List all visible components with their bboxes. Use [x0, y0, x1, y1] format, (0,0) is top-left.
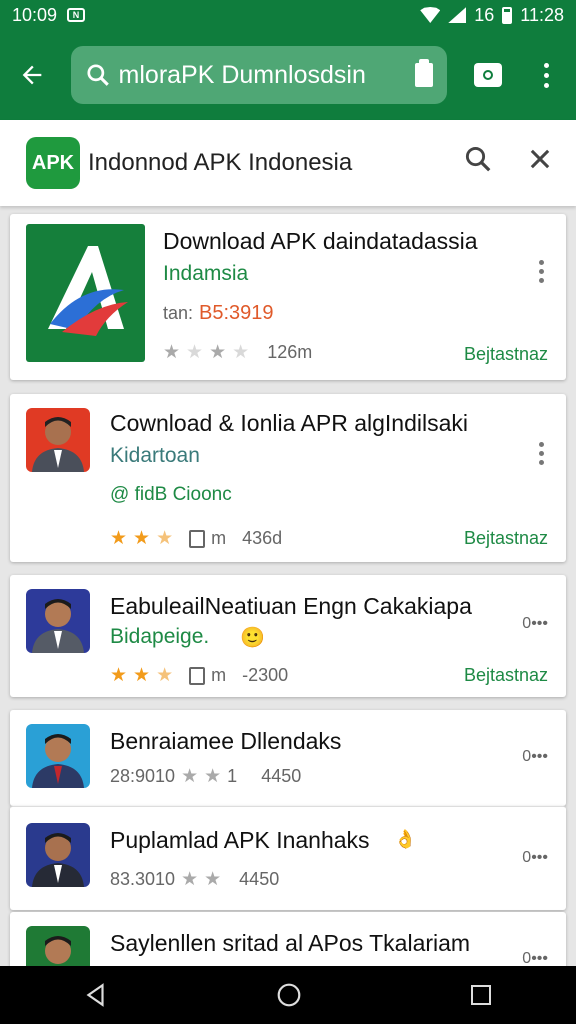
rating-row: 83.3010 ★ ★ 4450: [110, 869, 279, 890]
star-icon: ★: [181, 869, 199, 890]
site-header: APK Indonnod APK Indonesia: [0, 120, 576, 206]
star-icon: ★: [186, 342, 204, 363]
app-name: Puplamlad APK Inanhaks: [110, 827, 370, 853]
app-size: 436d: [242, 528, 283, 548]
status-bar: 10:09 N 16 11:28: [0, 0, 576, 30]
app-card[interactable]: Download APK daindatadassia Indamsia tan…: [10, 214, 566, 380]
back-arrow-icon: [22, 65, 42, 85]
star-icon: ★: [163, 342, 181, 363]
install-link[interactable]: Bejtastnaz: [464, 528, 548, 549]
more-options-button[interactable]: 0•••: [522, 615, 548, 633]
install-link[interactable]: Bejtastnaz: [464, 665, 548, 686]
clipboard-icon[interactable]: [414, 59, 433, 87]
status-time-left: 10:09: [12, 4, 58, 25]
app-name: Cownload & Ionlia APR algIndilsaki: [110, 410, 468, 436]
app-avatar: [26, 823, 90, 887]
meta-unit: m: [211, 528, 227, 548]
install-link[interactable]: Bejtastnaz: [464, 344, 548, 365]
app-size: -2300: [242, 665, 289, 685]
meta-left: 28:9010: [110, 766, 176, 786]
app-avatar: [26, 408, 90, 472]
battery-icon: [502, 6, 513, 24]
app-icon: [26, 224, 145, 362]
rating-row: ★ ★ ★ ★ 126m: [163, 342, 312, 363]
app-avatar: [26, 589, 90, 653]
star-icon: ★: [209, 342, 227, 363]
app-name: Download APK daindatadassia: [163, 228, 478, 254]
app-card[interactable]: Puplamlad APK Inanhaks 👌 83.3010 ★ ★ 445…: [10, 806, 566, 910]
app-name: Benraiamee Dllendaks: [110, 728, 342, 754]
nav-recents-icon[interactable]: [469, 983, 493, 1007]
app-name: Saylenllen sritad al APos Tkalariam: [110, 930, 471, 956]
app-subtitle: Bidapeige.: [110, 625, 210, 648]
app-size: 4450: [261, 766, 302, 786]
more-options-icon[interactable]: [539, 260, 544, 283]
app-size: 126m: [267, 342, 313, 362]
app-card[interactable]: Benraiamee Dllendaks 28:9010 ★ ★ 1 4450 …: [10, 710, 566, 806]
overflow-icon: [544, 62, 550, 88]
download-icon: [189, 529, 206, 548]
meta-unit: m: [211, 665, 227, 685]
tabs-icon: [473, 63, 502, 87]
download-icon: [189, 666, 206, 685]
more-options-button[interactable]: 0•••: [522, 849, 548, 867]
app-subtitle: Indamsia: [163, 262, 249, 285]
signal-label: 16: [474, 4, 495, 25]
apk-logo[interactable]: APK: [26, 137, 80, 189]
star-icon: ★: [181, 766, 199, 787]
signal-icon: [448, 7, 467, 23]
notification-icon: N: [67, 8, 86, 22]
app-card[interactable]: EabuleailNeatiuan Engn Cakakiapa Bidapei…: [10, 575, 566, 697]
search-input[interactable]: mloraPK Dumnlosdsin: [70, 46, 447, 104]
rating-row: ★ ★ ★ m 436d: [110, 528, 282, 549]
wifi-icon: [420, 7, 441, 23]
star-icon: ★: [110, 665, 128, 686]
status-time-right: 11:28: [520, 4, 564, 25]
more-options-button[interactable]: 0•••: [522, 748, 548, 766]
apk-a-logo-icon: [48, 246, 128, 336]
person-avatar-icon: [32, 833, 84, 887]
app-avatar: [26, 724, 90, 788]
header-search-icon[interactable]: [463, 144, 493, 174]
emoji-icon: 🙂: [240, 627, 265, 649]
app-card[interactable]: Cownload & Ionlia APR algIndilsaki Kidar…: [10, 394, 566, 562]
back-button[interactable]: [0, 30, 65, 120]
star-icon: ★: [204, 869, 222, 890]
meta-left: 83.3010: [110, 869, 176, 889]
person-avatar-icon: [32, 599, 84, 653]
star-icon: ★: [133, 665, 151, 686]
price-prefix: tan:: [163, 303, 194, 323]
meta-mid: 1: [227, 766, 238, 786]
more-options-icon[interactable]: [539, 442, 544, 465]
app-size: 4450: [239, 869, 280, 889]
navigation-bar: [0, 966, 576, 1024]
search-icon: [86, 64, 109, 86]
rating-row: ★ ★ ★ m -2300: [110, 665, 288, 686]
tabs-button[interactable]: [459, 30, 518, 120]
nav-back-icon[interactable]: [83, 982, 109, 1008]
toolbar: mloraPK Dumnlosdsin: [0, 30, 576, 120]
app-subtitle: Kidartoan: [110, 444, 200, 467]
star-icon: ★: [156, 528, 174, 549]
star-icon: ★: [110, 528, 128, 549]
person-avatar-icon: [32, 417, 84, 472]
site-title: Indonnod APK Indonesia: [88, 149, 353, 176]
hand-icon: 👌: [394, 829, 417, 849]
star-icon: ★: [156, 665, 174, 686]
rating-row: 28:9010 ★ ★ 1 4450: [110, 766, 301, 787]
star-icon: ★: [232, 342, 250, 363]
close-icon[interactable]: [526, 144, 554, 174]
overflow-menu-button[interactable]: [517, 30, 576, 120]
app-tagline: @ fidB Cioonc: [110, 484, 232, 505]
app-price-row: tan: B5:3919: [163, 302, 274, 325]
nav-home-icon[interactable]: [276, 982, 302, 1008]
star-icon: ★: [204, 766, 222, 787]
person-avatar-icon: [32, 734, 84, 788]
app-card[interactable]: Saylenllen sritad al APos Tkalariam 0•••: [10, 912, 566, 972]
app-name: EabuleailNeatiuan Engn Cakakiapa: [110, 593, 472, 619]
search-text: mloraPK Dumnlosdsin: [118, 60, 366, 89]
star-icon: ★: [133, 528, 151, 549]
app-price: B5:3919: [199, 302, 274, 324]
